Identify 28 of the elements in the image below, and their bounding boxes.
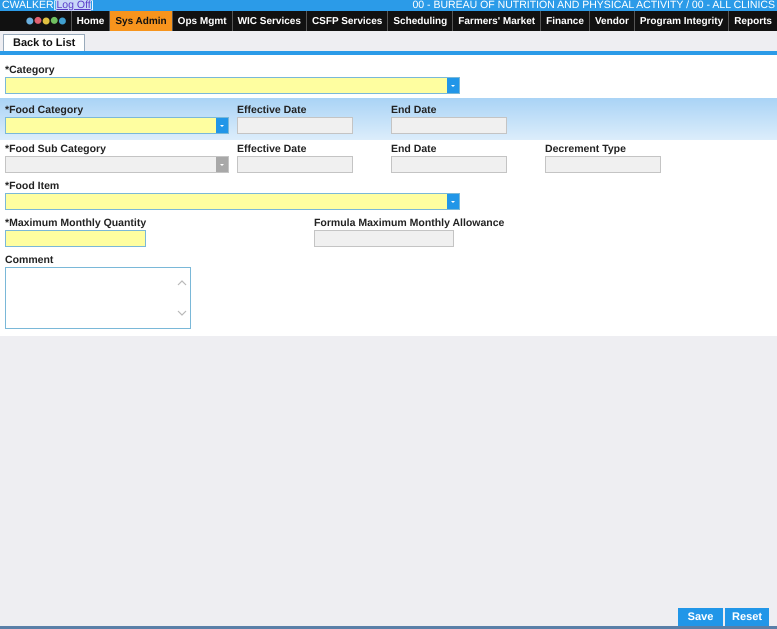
log-off-link[interactable]: Log Off xyxy=(56,0,91,11)
field-label: *Food Category xyxy=(5,104,84,116)
field-label: *Category xyxy=(5,64,56,76)
dropdown-field[interactable] xyxy=(5,193,460,210)
input-field[interactable] xyxy=(5,230,146,247)
caret-icon xyxy=(216,118,228,133)
agency-title: 00 - BUREAU OF NUTRITION AND PHYSICAL ACTIVITY / 00 - ALL CLINICS xyxy=(412,0,775,11)
field-label: *Food Item xyxy=(5,180,60,192)
back-to-list-button[interactable]: Back to List xyxy=(3,34,86,51)
field-label: Decrement Type xyxy=(545,143,627,155)
user-name: CWALKER xyxy=(2,0,54,11)
caret-icon xyxy=(216,157,228,172)
bracket: ] xyxy=(90,0,94,11)
field-label: End Date xyxy=(391,104,438,116)
caret-icon xyxy=(447,194,459,209)
field-label: Effective Date xyxy=(237,104,308,116)
scrollbar-icon xyxy=(177,279,187,317)
field-label: *Maximum Monthly Quantity xyxy=(5,217,148,229)
menu-item[interactable]: Sys Admin xyxy=(109,11,172,31)
field-label: End Date xyxy=(391,143,438,155)
dropdown-field[interactable] xyxy=(5,77,460,94)
comment-textarea[interactable] xyxy=(5,267,191,329)
field-label: Effective Date xyxy=(237,143,308,155)
field-label: Comment xyxy=(5,254,54,266)
field-label: Formula Maximum Monthly Allowance xyxy=(314,217,506,229)
field-label: *Food Sub Category xyxy=(5,143,107,155)
dropdown-field[interactable] xyxy=(5,117,229,134)
caret-icon xyxy=(447,78,459,93)
